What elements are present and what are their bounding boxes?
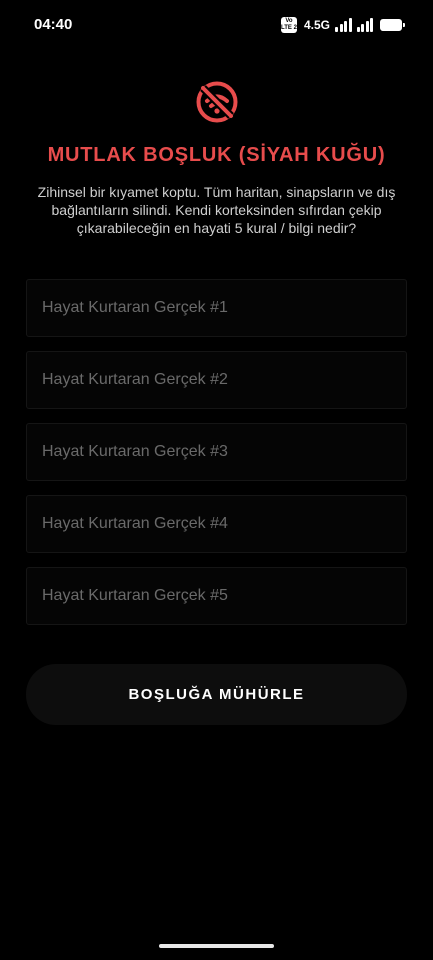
fact-input-3[interactable] [26, 423, 407, 481]
status-time: 04:40 [34, 16, 73, 33]
seal-button[interactable]: BOŞLUĞA MÜHÜRLE [26, 664, 407, 725]
home-indicator[interactable] [159, 944, 274, 948]
fact-input-5[interactable] [26, 567, 407, 625]
network-type: 4.5G [303, 18, 330, 32]
no-signal-icon [196, 81, 238, 123]
signal-strength-icon [335, 18, 352, 32]
status-bar: 04:40 Vo LTE 2 4.5G [0, 0, 433, 50]
volte-bottom-label: LTE 2 [281, 25, 297, 31]
signal-strength-icon-2 [356, 18, 373, 32]
fact-input-1[interactable] [26, 279, 407, 337]
volte-top-label: Vo [285, 18, 293, 24]
fact-input-4[interactable] [26, 495, 407, 553]
volte-icon: Vo LTE 2 [280, 17, 297, 33]
page-description: Zihinsel bir kıyamet koptu. Tüm haritan,… [37, 184, 396, 236]
battery-icon [380, 19, 405, 31]
status-icons: Vo LTE 2 4.5G [280, 16, 405, 34]
fact-input-2[interactable] [26, 351, 407, 409]
page-title: MUTLAK BOŞLUK (SİYAH KUĞU) [47, 144, 386, 166]
